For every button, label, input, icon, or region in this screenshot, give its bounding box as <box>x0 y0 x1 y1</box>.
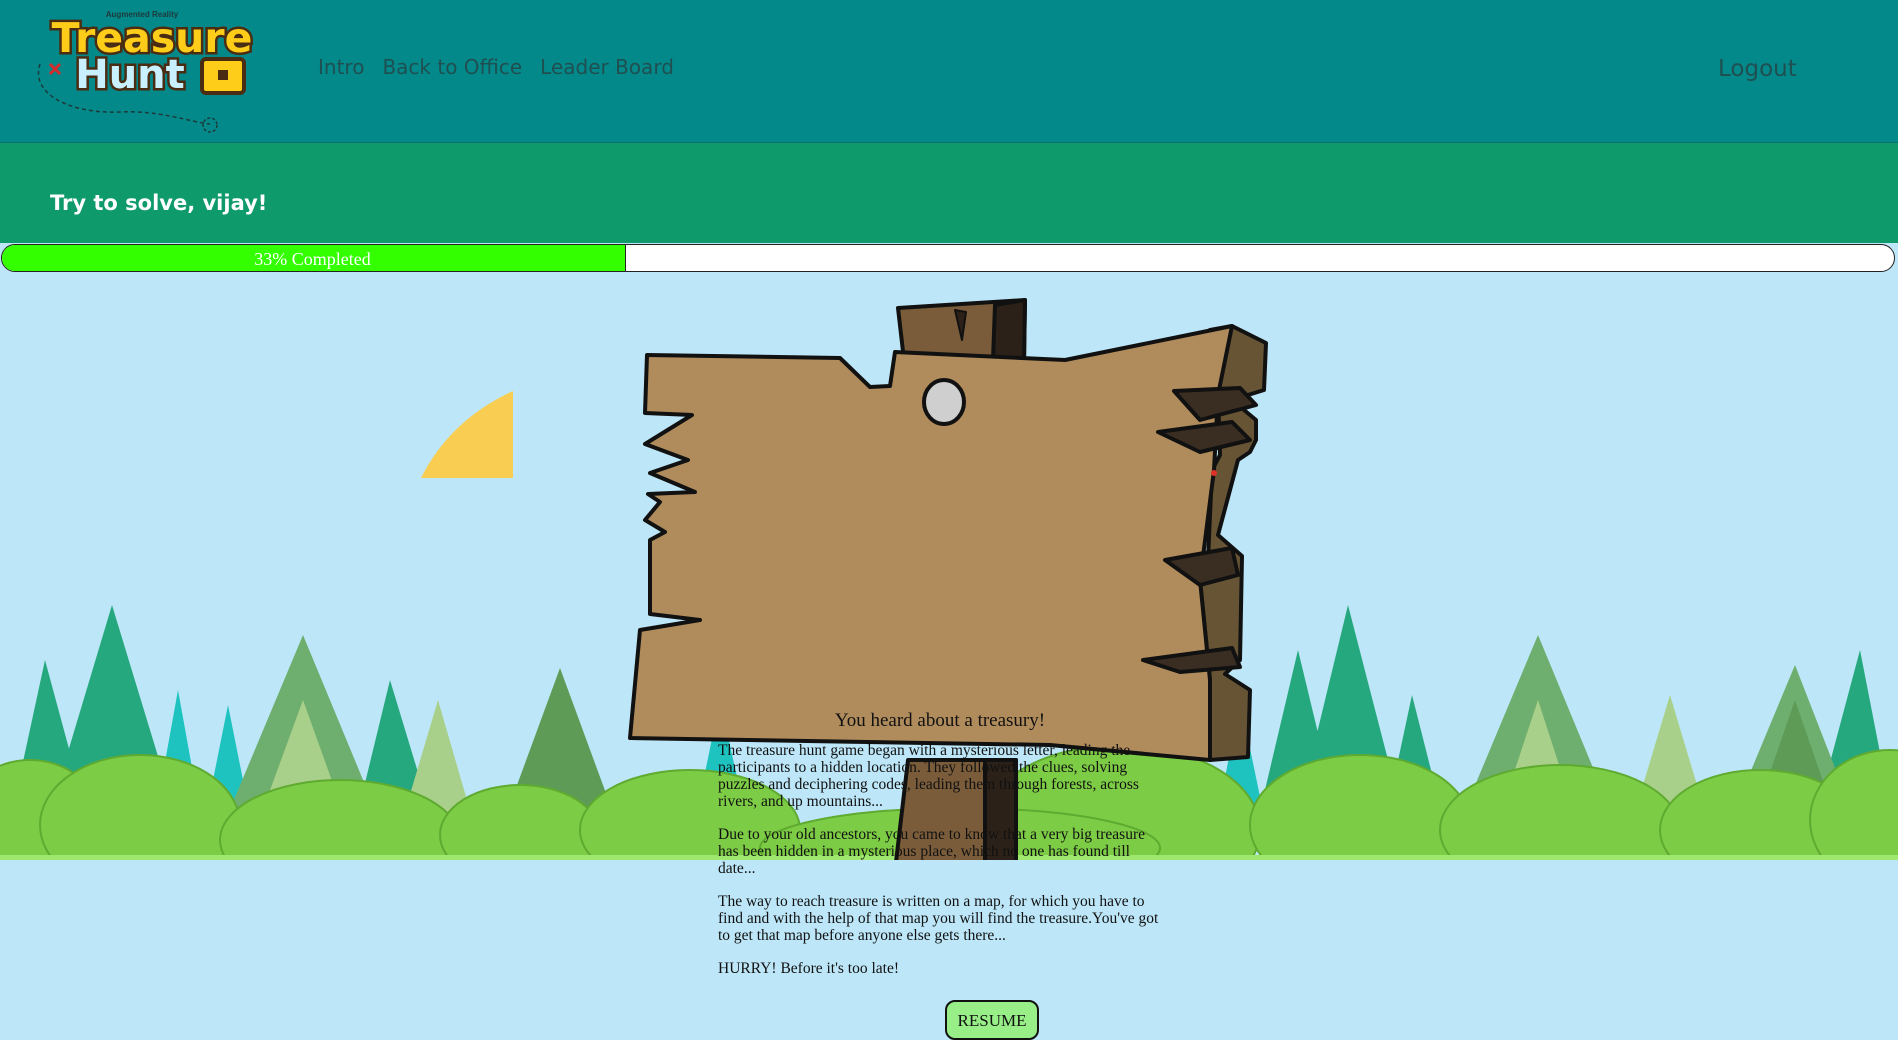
nav-leader-board[interactable]: Leader Board <box>540 55 674 79</box>
story-paragraph: Due to your old ancestors, you came to k… <box>718 826 1145 877</box>
story-paragraph: The way to reach treasure is written on … <box>718 893 1159 944</box>
story-paragraph: The treasure hunt game began with a myst… <box>718 742 1139 810</box>
top-navbar: Augmented Reality Treasure Hunt Intro Ba… <box>0 0 1898 143</box>
svg-text:Hunt: Hunt <box>75 52 185 98</box>
progress-label: 33% Completed <box>254 249 371 269</box>
game-scene: You heard about a treasury! The treasure… <box>0 272 1898 1040</box>
progress-bar: 33% Completed <box>1 244 1895 272</box>
sign-title: You heard about a treasury! <box>834 710 1046 731</box>
logout-link[interactable]: Logout <box>1718 56 1797 82</box>
greeting-banner: Try to solve, vijay! <box>0 143 1898 243</box>
nav-back-to-office[interactable]: Back to Office <box>382 55 522 79</box>
sign-board <box>628 324 1268 762</box>
sun-shape <box>421 391 513 478</box>
treasure-hunt-logo[interactable]: Augmented Reality Treasure Hunt <box>30 4 280 134</box>
greeting-text: Try to solve, vijay! <box>50 191 268 215</box>
resume-button[interactable]: RESUME <box>945 1000 1039 1040</box>
main-nav: Intro Back to Office Leader Board <box>318 55 674 79</box>
nav-intro[interactable]: Intro <box>318 55 364 79</box>
sign-nail <box>922 378 966 426</box>
red-marker <box>1211 470 1217 476</box>
story-warning: HURRY! Before it's too late! <box>718 960 900 977</box>
sign-story: The treasure hunt game began with a myst… <box>718 742 1166 993</box>
